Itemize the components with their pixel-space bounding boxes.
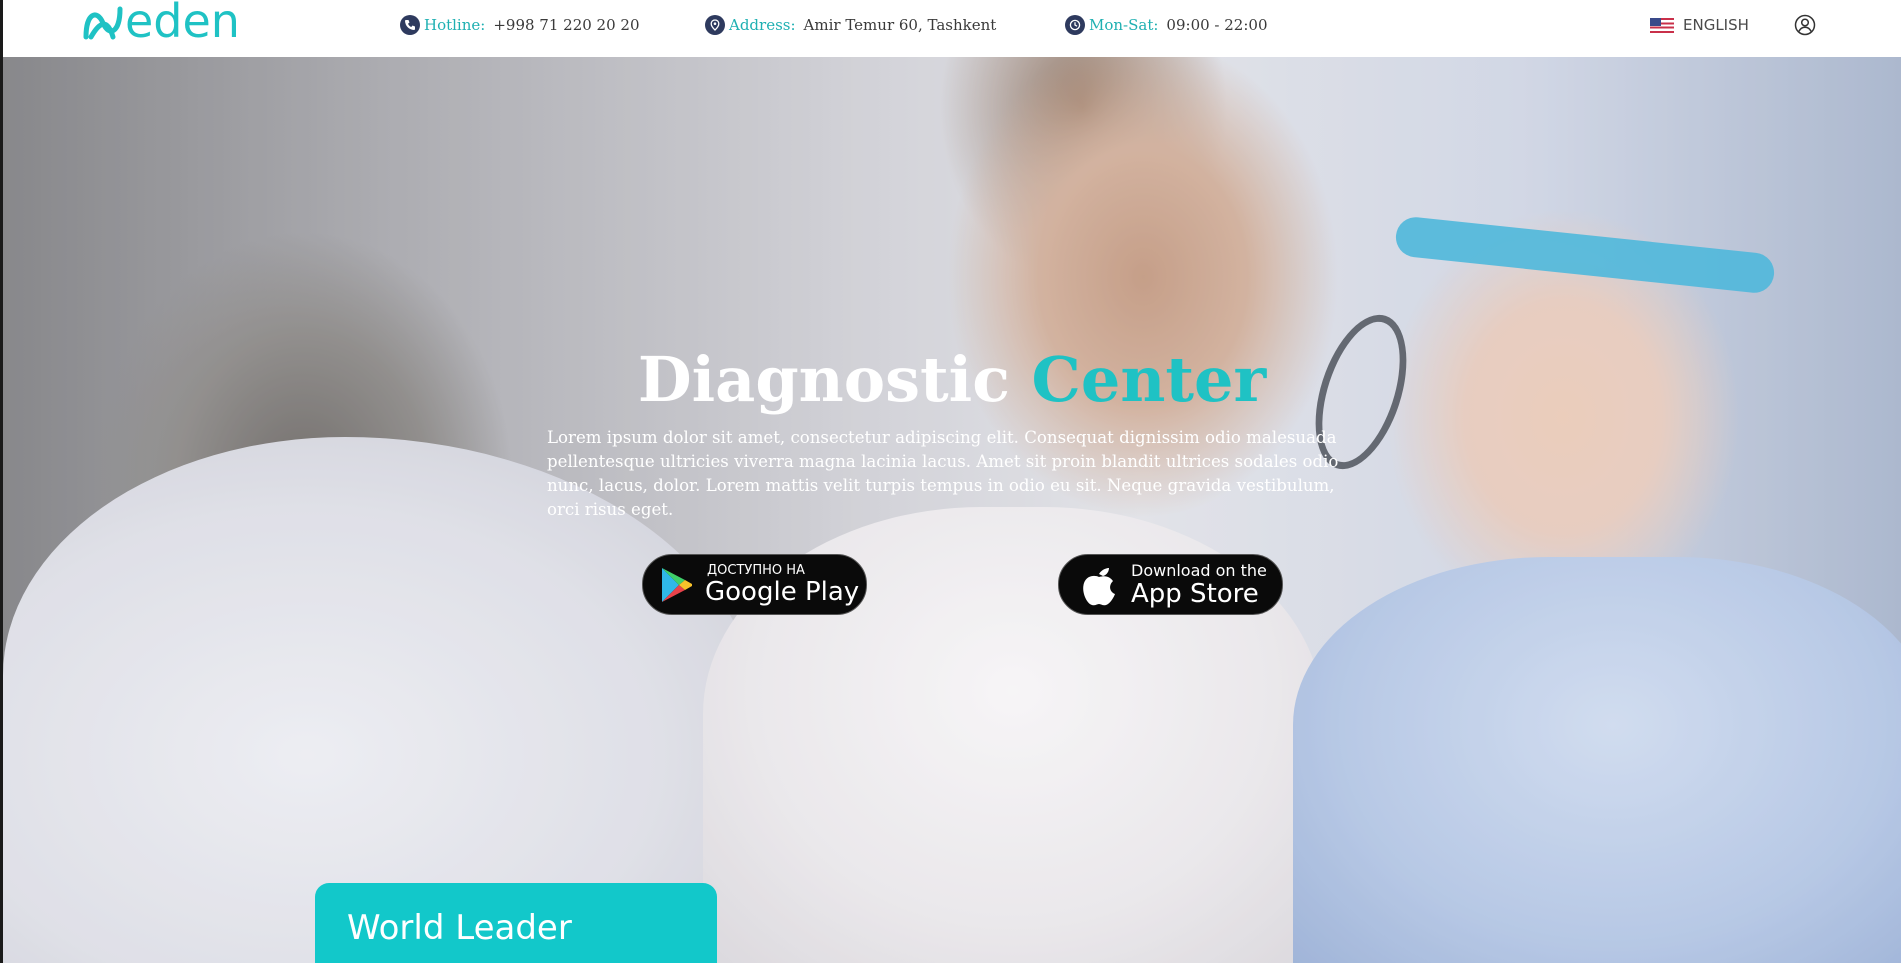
user-icon xyxy=(1794,14,1816,36)
app-store-small-text: Download on the xyxy=(1131,560,1267,580)
hero-description: Lorem ipsum dolor sit amet, consectetur … xyxy=(547,428,1339,519)
hours-value: 09:00 - 22:00 xyxy=(1166,16,1268,34)
google-play-button[interactable]: ДОСТУПНО НА Google Play xyxy=(642,554,867,615)
hotline-value[interactable]: +998 71 220 20 20 xyxy=(493,16,639,34)
google-play-small-text: ДОСТУПНО НА xyxy=(707,562,805,578)
hours-label: Mon-Sat: xyxy=(1089,16,1159,34)
address-value: Amir Temur 60, Tashkent xyxy=(803,16,997,34)
app-store-big-text: App Store xyxy=(1131,578,1259,609)
language-label: ENGLISH xyxy=(1683,16,1749,34)
app-store-button[interactable]: Download on the App Store xyxy=(1058,554,1283,615)
address-info: Address: Amir Temur 60, Tashkent xyxy=(705,14,996,36)
language-selector[interactable]: ENGLISH xyxy=(1650,14,1749,36)
user-account-button[interactable] xyxy=(1794,14,1816,36)
address-label: Address: xyxy=(729,16,796,34)
hours-info: Mon-Sat: 09:00 - 22:00 xyxy=(1065,14,1267,36)
hotline-info[interactable]: Hotline: +998 71 220 20 20 xyxy=(400,14,640,36)
hero-section: Diagnostic Center Lorem ipsum dolor sit … xyxy=(3,57,1901,963)
hotline-label: Hotline: xyxy=(424,16,486,34)
google-play-icon xyxy=(662,567,692,602)
apple-icon xyxy=(1083,567,1115,605)
world-leader-title: World Leader xyxy=(347,908,572,948)
logo-text: eden xyxy=(125,0,240,48)
logo-mark-icon xyxy=(83,6,123,40)
hero-title-accent: Center xyxy=(1031,343,1267,416)
phone-icon xyxy=(400,15,420,35)
logo[interactable]: eden xyxy=(83,0,240,46)
world-leader-card: World Leader xyxy=(315,883,717,963)
clock-icon xyxy=(1065,15,1085,35)
hero-title: Diagnostic Center xyxy=(3,343,1901,416)
us-flag-icon xyxy=(1650,17,1674,33)
google-play-big-text: Google Play xyxy=(705,576,860,607)
hero-title-main: Diagnostic xyxy=(637,343,1010,416)
location-pin-icon xyxy=(705,15,725,35)
top-bar: eden Hotline: +998 71 220 20 20 Address:… xyxy=(3,0,1901,57)
